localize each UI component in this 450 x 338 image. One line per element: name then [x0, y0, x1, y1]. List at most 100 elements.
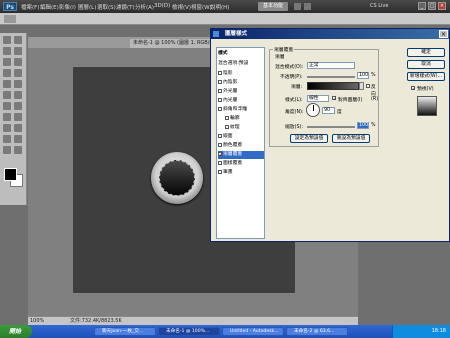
checkbox[interactable]: [218, 142, 222, 147]
style-item-pattern-overlay[interactable]: 圖樣覆蓋: [218, 160, 264, 168]
blend-mode-select[interactable]: 正常: [307, 62, 355, 69]
hand-tool-icon[interactable]: [3, 146, 11, 154]
healing-tool-icon[interactable]: [3, 69, 11, 77]
reset-default-button[interactable]: 重設為預設值: [332, 134, 370, 143]
style-item-drop-shadow[interactable]: 陰影: [218, 70, 264, 78]
checkbox[interactable]: [218, 106, 222, 111]
cs-live-button[interactable]: CS Live: [370, 2, 388, 11]
path-select-tool-icon[interactable]: [3, 124, 11, 132]
menu-image[interactable]: 影像(I): [59, 3, 76, 11]
blending-options-item[interactable]: 混合選項:預設: [218, 60, 264, 68]
screen-mode-icon[interactable]: [304, 3, 311, 10]
move-tool-preset-icon[interactable]: [4, 15, 16, 23]
checkbox[interactable]: [218, 169, 222, 174]
close-icon[interactable]: ×: [438, 2, 446, 10]
angle-input[interactable]: 90: [322, 107, 335, 114]
blur-tool-icon[interactable]: [3, 102, 11, 110]
taskbar-item[interactable]: 未命名-2 @ 63.6...: [286, 327, 348, 336]
style-item-stroke[interactable]: 筆畫: [218, 169, 264, 177]
preview-checkbox[interactable]: ✓: [411, 86, 415, 91]
menu-analysis[interactable]: 分析(A): [135, 3, 154, 11]
style-item-inner-shadow[interactable]: 內陰影: [218, 79, 264, 87]
arrange-icon[interactable]: [294, 3, 301, 10]
menu-window[interactable]: 視窗(W): [191, 3, 212, 11]
style-item-gradient-overlay[interactable]: ✓漸層覆蓋: [218, 151, 264, 159]
shape-tool-icon[interactable]: [14, 124, 22, 132]
eyedropper-tool-icon[interactable]: [14, 58, 22, 66]
3d-rotate-tool-icon[interactable]: [3, 135, 11, 143]
checkbox[interactable]: [218, 88, 222, 93]
gradient-dropdown-icon[interactable]: [359, 82, 364, 90]
style-item-inner-glow[interactable]: 內光暈: [218, 97, 264, 105]
scale-slider[interactable]: [307, 126, 355, 128]
checkbox[interactable]: [225, 115, 229, 120]
menu-select[interactable]: 選取(S): [97, 3, 116, 11]
gradient-swatch[interactable]: [307, 82, 359, 90]
brush-tool-icon[interactable]: [14, 69, 22, 77]
clone-tool-icon[interactable]: [3, 80, 11, 88]
gradient-overlay-group: 漸層覆蓋 漸層 混合模式(O): 正常 不透明(P): 100 % 漸層: 反向…: [269, 46, 379, 147]
angle-unit: 度: [337, 110, 342, 115]
clock[interactable]: 18:18: [432, 328, 446, 334]
marquee-tool-icon[interactable]: [14, 36, 22, 44]
menu-filter[interactable]: 濾鏡(T): [116, 3, 135, 11]
align-layer-checkbox[interactable]: ✓: [332, 96, 336, 101]
opacity-input[interactable]: 100: [357, 72, 369, 79]
dodge-tool-icon[interactable]: [14, 102, 22, 110]
menu-3d[interactable]: 3D(D): [154, 3, 170, 9]
checkbox[interactable]: [218, 133, 222, 138]
menu-help[interactable]: 說明(H): [210, 3, 229, 11]
taskbar-item[interactable]: 未命名-1 @ 100%...: [158, 327, 220, 336]
new-style-button[interactable]: 新增樣式(W)...: [407, 72, 445, 81]
menu-view[interactable]: 檢視(V): [172, 3, 191, 11]
3d-orbit-tool-icon[interactable]: [14, 135, 22, 143]
menu-edit[interactable]: 編輯(E): [40, 3, 59, 11]
checkbox[interactable]: [218, 79, 222, 84]
style-item-texture[interactable]: 紋理: [225, 124, 264, 132]
document-tab[interactable]: 未命名-1 @ 100% (圖層 1, RGB/8): [130, 39, 218, 48]
menu-file[interactable]: 檔案(F): [21, 3, 39, 11]
workspace-switcher[interactable]: 基本功能: [258, 2, 288, 11]
make-default-button[interactable]: 設定為預設值: [290, 134, 328, 143]
scale-input[interactable]: 100: [357, 122, 369, 129]
reverse-checkbox[interactable]: [366, 84, 370, 88]
minimize-icon[interactable]: _: [418, 2, 426, 10]
type-tool-icon[interactable]: [14, 113, 22, 121]
maximize-icon[interactable]: □: [428, 2, 436, 10]
opacity-label: 不透明(P):: [280, 75, 303, 80]
zoom-tool-icon[interactable]: [14, 146, 22, 154]
foreground-color-swatch[interactable]: [4, 168, 17, 181]
checkbox[interactable]: [218, 160, 222, 165]
menu-layer[interactable]: 圖層(L): [78, 3, 96, 11]
taskbar-item[interactable]: Untitled - Autodesk...: [222, 327, 284, 336]
styles-header[interactable]: 樣式: [218, 50, 264, 58]
style-item-satin[interactable]: 緞面: [218, 133, 264, 141]
crop-tool-icon[interactable]: [3, 58, 11, 66]
eraser-tool-icon[interactable]: [3, 91, 11, 99]
reverse-label: 反向(R): [371, 85, 379, 102]
checkbox[interactable]: [225, 124, 229, 129]
gradient-tool-icon[interactable]: [14, 91, 22, 99]
opacity-unit: %: [371, 73, 376, 78]
style-item-outer-glow[interactable]: 外光暈: [218, 88, 264, 96]
dialog-close-icon[interactable]: ×: [439, 30, 448, 38]
style-item-bevel-emboss[interactable]: 斜角和浮雕: [218, 106, 264, 114]
style-item-contour[interactable]: 輪廓: [225, 115, 264, 123]
checkbox-checked[interactable]: ✓: [218, 151, 222, 156]
history-brush-icon[interactable]: [14, 80, 22, 88]
cancel-button[interactable]: 取消: [407, 60, 445, 69]
opacity-slider[interactable]: [307, 76, 355, 78]
gradient-style-select[interactable]: 線性: [307, 95, 329, 102]
start-button[interactable]: 開始: [0, 325, 32, 338]
style-item-color-overlay[interactable]: 顏色覆蓋: [218, 142, 264, 150]
angle-dial[interactable]: [306, 103, 320, 117]
lasso-tool-icon[interactable]: [3, 47, 11, 55]
quick-select-tool-icon[interactable]: [14, 47, 22, 55]
pen-tool-icon[interactable]: [3, 113, 11, 121]
blend-mode-label: 混合模式(O):: [275, 65, 304, 70]
checkbox[interactable]: [218, 97, 222, 102]
ok-button[interactable]: 確定: [407, 48, 445, 57]
move-tool-icon[interactable]: [3, 36, 11, 44]
taskbar-item[interactable]: 聊天Joan-一枚_交...: [94, 327, 156, 336]
checkbox[interactable]: [218, 70, 222, 75]
